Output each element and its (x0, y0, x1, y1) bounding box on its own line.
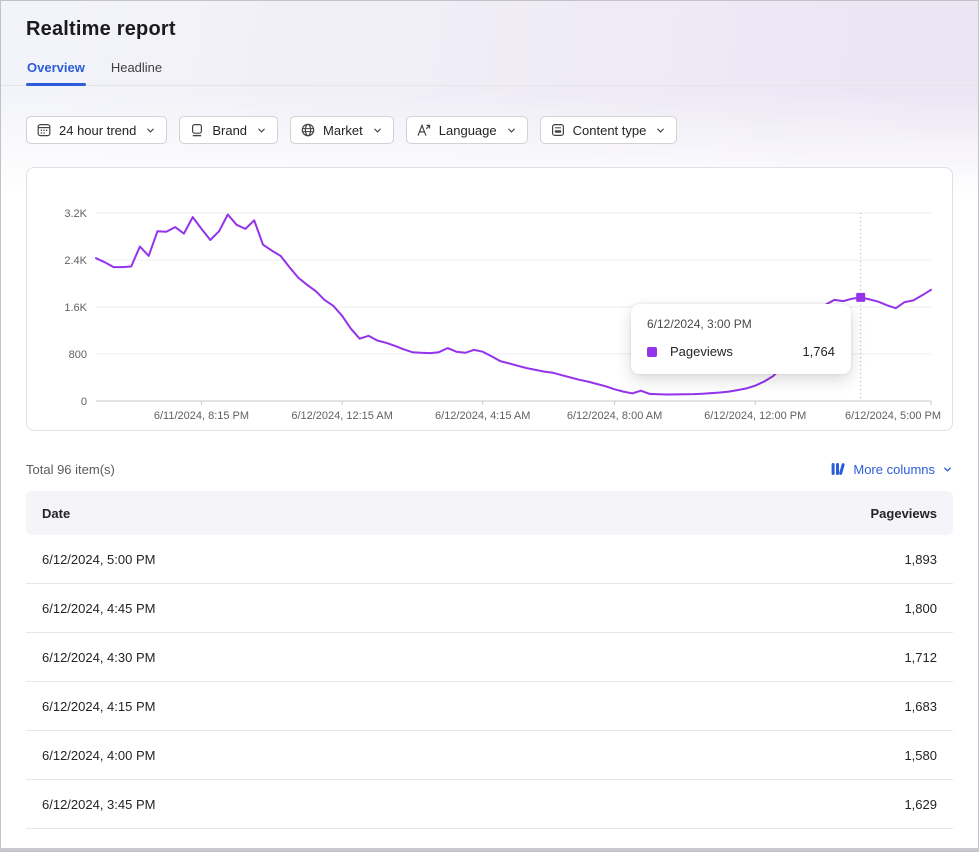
filter-content-type[interactable]: Content type (540, 116, 678, 144)
cell-pageviews: 1,712 (904, 650, 937, 665)
tooltip-date: 6/12/2024, 3:00 PM (647, 317, 835, 331)
column-header-pageviews: Pageviews (871, 506, 938, 521)
y-axis-label: 3.2K (64, 208, 87, 220)
cell-date: 6/12/2024, 4:30 PM (42, 650, 155, 665)
trend-chart-svg[interactable]: 0 800 1.6K 2.4K 3.2K 6/11/2024, 8:15 PM 6/12/2… (27, 168, 954, 430)
table-row: 6/12/2024, 4:30 PM 1,712 (26, 633, 953, 682)
tab-overview[interactable]: Overview (26, 54, 86, 85)
tab-overview-label: Overview (27, 60, 85, 75)
realtime-report-page: Realtime report Overview Headline 24 hou… (0, 0, 979, 852)
cell-pageviews: 1,800 (904, 601, 937, 616)
content-type-icon (550, 122, 566, 138)
cell-pageviews: 1,683 (904, 699, 937, 714)
table-row: 6/12/2024, 4:15 PM 1,683 (26, 682, 953, 731)
chevron-down-icon (655, 125, 666, 136)
cell-date: 6/12/2024, 4:00 PM (42, 748, 155, 763)
table-row: 6/12/2024, 3:45 PM 1,629 (26, 780, 953, 829)
window-bottom-edge (1, 848, 978, 851)
more-columns-button[interactable]: More columns (830, 461, 953, 477)
page-title: Realtime report (1, 1, 978, 41)
chevron-down-icon (145, 125, 156, 136)
x-axis-label: 6/12/2024, 12:15 AM (291, 410, 393, 422)
calendar-trend-icon (36, 122, 52, 138)
filter-market[interactable]: Market (290, 116, 394, 144)
filter-label: Market (323, 123, 363, 138)
x-axis-label: 6/12/2024, 5:00 PM (845, 410, 941, 422)
total-items-label: Total 96 item(s) (26, 462, 115, 477)
cell-pageviews: 1,580 (904, 748, 937, 763)
tooltip-series-value: 1,764 (802, 344, 835, 359)
tab-headline-label: Headline (111, 60, 162, 75)
y-axis-label: 800 (69, 349, 87, 361)
column-header-date: Date (42, 506, 70, 521)
y-axis-label: 0 (81, 396, 87, 408)
cell-pageviews: 1,893 (904, 552, 937, 567)
cell-date: 6/12/2024, 4:15 PM (42, 699, 155, 714)
cell-date: 6/12/2024, 5:00 PM (42, 552, 155, 567)
y-axis-label: 2.4K (64, 255, 87, 267)
trend-chart-card: 0 800 1.6K 2.4K 3.2K 6/11/2024, 8:15 PM 6/12/2… (26, 167, 953, 431)
tooltip-series-row: Pageviews 1,764 (647, 344, 835, 359)
filter-brand[interactable]: Brand (179, 116, 278, 144)
filter-label: Brand (212, 123, 247, 138)
hover-marker (856, 293, 865, 302)
table-header-row: Date Pageviews (26, 491, 953, 535)
page-header: Realtime report Overview Headline (1, 1, 978, 86)
filter-label: 24 hour trend (59, 123, 136, 138)
filter-label: Content type (573, 123, 647, 138)
brand-icon (189, 122, 205, 138)
tab-headline[interactable]: Headline (110, 54, 163, 85)
more-columns-label: More columns (853, 462, 935, 477)
columns-icon (830, 461, 846, 477)
chevron-down-icon (256, 125, 267, 136)
chart-tooltip: 6/12/2024, 3:00 PM Pageviews 1,764 (631, 304, 851, 374)
chevron-down-icon (372, 125, 383, 136)
translate-icon (416, 122, 432, 138)
x-axis-label: 6/11/2024, 8:15 PM (154, 410, 249, 422)
filter-bar: 24 hour trend Brand Market (26, 116, 953, 144)
tab-bar: Overview Headline (1, 54, 978, 86)
filter-label: Language (439, 123, 497, 138)
cell-date: 6/12/2024, 3:45 PM (42, 797, 155, 812)
filter-language[interactable]: Language (406, 116, 528, 144)
table-row: 6/12/2024, 4:45 PM 1,800 (26, 584, 953, 633)
tooltip-series-name: Pageviews (670, 344, 733, 359)
filter-24-hour-trend[interactable]: 24 hour trend (26, 116, 167, 144)
cell-date: 6/12/2024, 4:45 PM (42, 601, 155, 616)
x-axis-label: 6/12/2024, 4:15 AM (435, 410, 530, 422)
cell-pageviews: 1,629 (904, 797, 937, 812)
chevron-down-icon (942, 464, 953, 475)
y-axis-label: 1.6K (64, 302, 87, 314)
pageviews-table: Date Pageviews 6/12/2024, 5:00 PM 1,893 … (26, 491, 953, 829)
chevron-down-icon (506, 125, 517, 136)
table-row: 6/12/2024, 5:00 PM 1,893 (26, 535, 953, 584)
x-axis-label: 6/12/2024, 12:00 PM (704, 410, 806, 422)
table-row: 6/12/2024, 4:00 PM 1,580 (26, 731, 953, 780)
x-axis-label: 6/12/2024, 8:00 AM (567, 410, 662, 422)
globe-icon (300, 122, 316, 138)
table-meta-bar: Total 96 item(s) More columns (26, 461, 953, 477)
pageviews-swatch (647, 347, 657, 357)
